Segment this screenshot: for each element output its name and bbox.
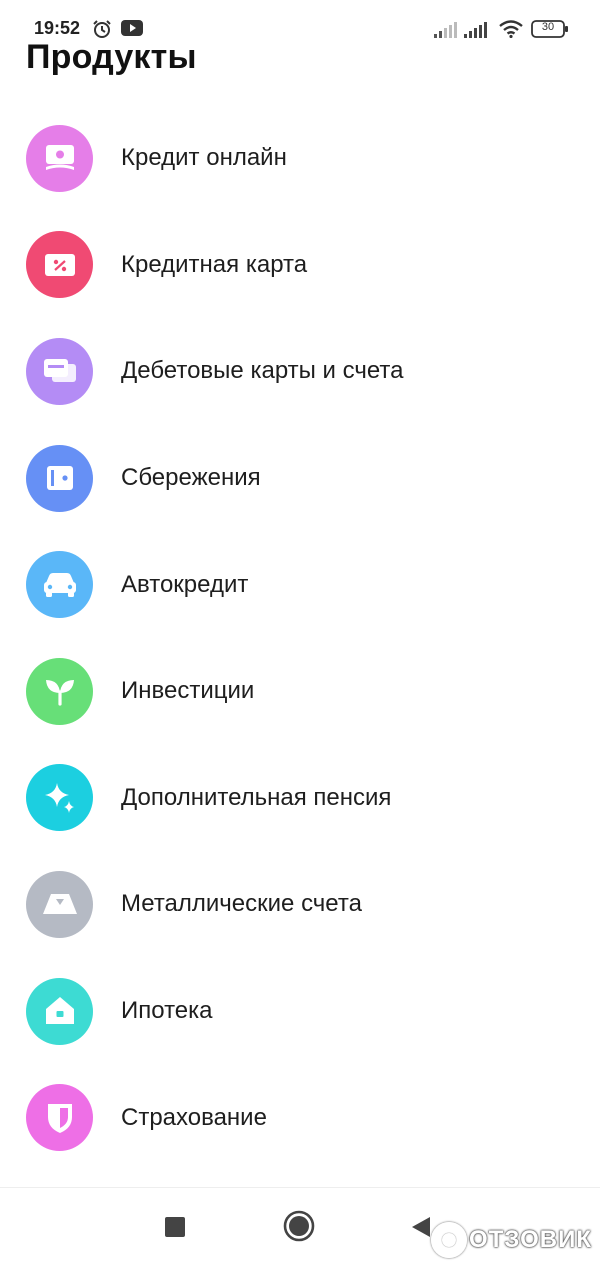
sprout-icon (26, 657, 93, 725)
recents-icon[interactable] (165, 1217, 185, 1242)
wifi-icon (499, 20, 523, 43)
product-label: Ипотека (121, 997, 213, 1025)
product-item-investments[interactable]: Инвестиции (0, 638, 600, 745)
product-item-credit-online[interactable]: Кредит онлайн (0, 105, 600, 212)
product-label: Кредитная карта (121, 250, 308, 278)
sparkle-icon (26, 764, 93, 832)
product-item-metal-accounts[interactable]: Металлические счета (0, 851, 600, 958)
product-item-debit-cards[interactable]: Дебетовые карты и счета (0, 318, 600, 425)
watermark-text: ОТЗОВИК (469, 1226, 592, 1253)
product-label: Металлические счета (121, 890, 362, 918)
house-icon (26, 977, 93, 1045)
product-label: Дебетовые карты и счета (121, 357, 404, 385)
home-icon[interactable] (283, 1210, 315, 1247)
page-title: Продукты (26, 38, 197, 76)
product-label: Сбережения (121, 464, 261, 492)
product-item-credit-card[interactable]: Кредитная карта (0, 212, 600, 319)
product-label: Кредит онлайн (121, 144, 287, 172)
product-item-pension[interactable]: Дополнительная пенсия (0, 745, 600, 852)
product-label: Инвестиции (121, 677, 255, 705)
gold-bar-icon (26, 870, 93, 938)
product-label: Дополнительная пенсия (121, 783, 392, 811)
cards-icon (26, 337, 93, 405)
status-time: 19:52 (34, 18, 81, 38)
product-item-auto-credit[interactable]: Автокредит (0, 531, 600, 638)
shield-icon (26, 1084, 93, 1152)
product-label: Автокредит (121, 570, 249, 598)
product-item-insurance[interactable]: Страхование (0, 1064, 600, 1171)
signal-icon (464, 22, 488, 43)
battery-level: 30 (541, 21, 555, 33)
cash-icon (26, 124, 93, 192)
car-icon (26, 551, 93, 619)
watermark-logo: ОТЗОВИК (431, 1222, 592, 1258)
product-item-mortgage[interactable]: Ипотека (0, 958, 600, 1065)
products-list: Кредит онлайн Кредитная карта Дебетовые … (0, 105, 600, 1171)
product-label: Страхование (121, 1103, 267, 1131)
safe-icon (26, 444, 93, 512)
watermark-circle-icon (431, 1222, 468, 1258)
signal-icon (434, 22, 458, 43)
product-item-savings[interactable]: Сбережения (0, 425, 600, 532)
percent-card-icon (26, 231, 93, 299)
back-icon[interactable] (411, 1216, 431, 1243)
